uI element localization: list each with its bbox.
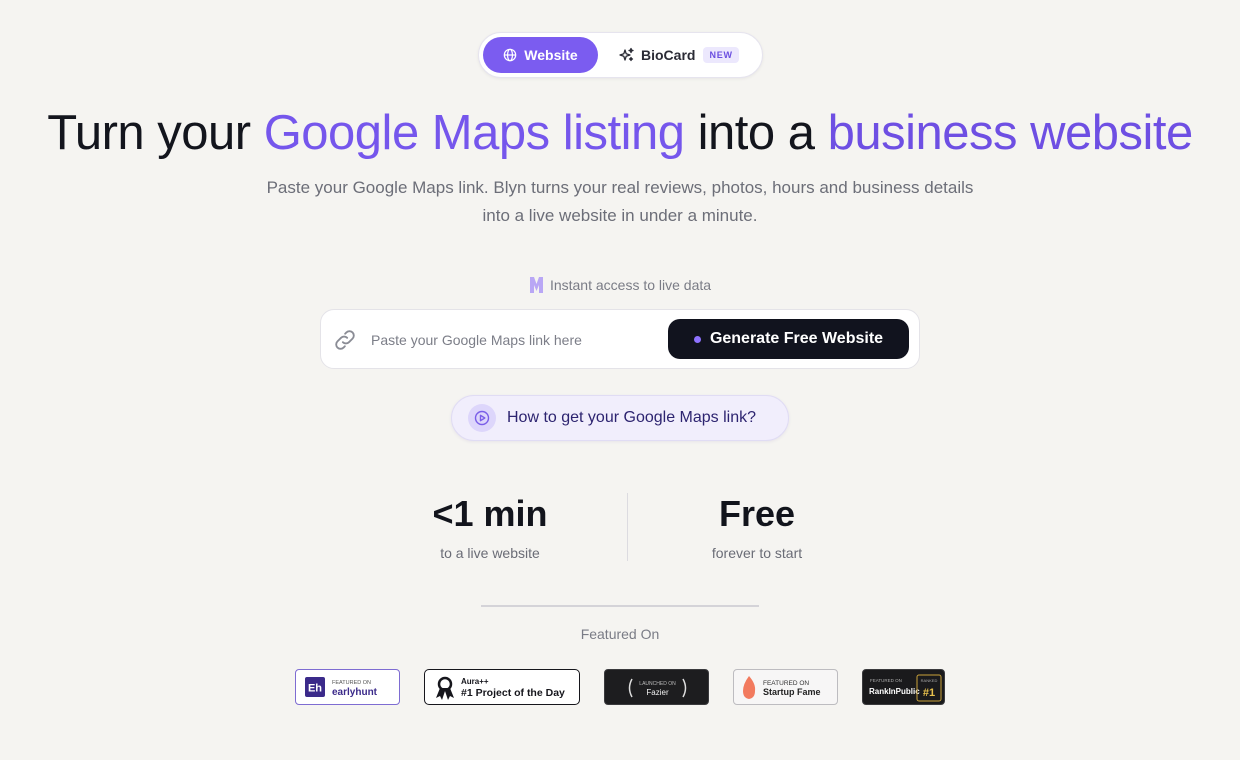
svg-text:Fazier: Fazier: [646, 688, 669, 697]
aura-logo: Aura++ #1 Project of the Day: [436, 676, 565, 700]
svg-text:earlyhunt: earlyhunt: [332, 687, 378, 698]
aura-badge[interactable]: Aura++ #1 Project of the Day: [424, 669, 580, 705]
globe-icon: [503, 48, 517, 62]
svg-text:FEATURED ON: FEATURED ON: [870, 678, 902, 683]
tab-biocard[interactable]: BioCard NEW: [619, 37, 739, 73]
startup-fame-logo: FEATURED ON Startup Fame: [743, 676, 821, 699]
instant-access-text: Instant access to live data: [549, 277, 712, 293]
svg-text:#1 Project of the Day: #1 Project of the Day: [461, 687, 565, 699]
svg-text:#1: #1: [923, 687, 935, 699]
headline-accent-2: business website: [827, 106, 1194, 160]
fazier-logo: LAUNCHED ON Fazier: [628, 678, 687, 698]
earlyhunt-badge[interactable]: Eh FEATURED ON earlyhunt: [295, 669, 400, 705]
svg-text:RankInPublic: RankInPublic: [869, 687, 920, 696]
generate-button-label: Generate Free Website: [709, 330, 884, 347]
play-icon: [468, 404, 496, 432]
stats-divider: [627, 493, 628, 561]
link-icon: [335, 330, 355, 350]
sparkles-icon: [619, 47, 634, 62]
rankinpublic-logo: FEATURED ON RankInPublic RANKED #1: [869, 674, 942, 702]
instant-access-note: Instant access to live data: [0, 275, 1240, 295]
tab-biocard-label: BioCard: [641, 47, 696, 63]
stat-price-label: forever to start: [711, 545, 803, 561]
status-dot-icon: [693, 335, 701, 343]
new-badge: NEW: [703, 47, 739, 63]
svg-text:Aura++: Aura++: [461, 677, 489, 686]
maps-link-input[interactable]: [371, 324, 661, 356]
subtitle-line-1: Paste your Google Maps link. Blyn turns …: [266, 178, 974, 197]
how-to-get-link-button[interactable]: How to get your Google Maps link?: [451, 395, 789, 441]
rankinpublic-badge[interactable]: FEATURED ON RankInPublic RANKED #1: [862, 669, 945, 705]
stat-price-value: Free: [718, 493, 796, 534]
svg-text:Eh: Eh: [308, 683, 322, 695]
svg-text:Startup Fame: Startup Fame: [763, 687, 821, 697]
stat-price: Free forever to start: [667, 492, 847, 561]
svg-text:FEATURED ON: FEATURED ON: [763, 680, 809, 687]
svg-text:RANKED: RANKED: [921, 678, 938, 683]
blyn-logo-icon: [529, 277, 543, 293]
headline-accent-1: Google Maps listing: [263, 106, 685, 160]
startup-fame-badge[interactable]: FEATURED ON Startup Fame: [733, 669, 838, 705]
earlyhunt-logo: Eh FEATURED ON earlyhunt: [305, 677, 378, 698]
maps-link-form: Generate Free Website: [320, 309, 920, 369]
headline-part-1: Turn your: [47, 106, 264, 160]
subtitle-line-2: into a live website in under a minute.: [482, 206, 758, 225]
tab-website[interactable]: Website: [483, 37, 598, 73]
how-to-label: How to get your Google Maps link?: [507, 409, 757, 426]
stat-speed-label: to a live website: [440, 545, 540, 561]
section-divider: [481, 605, 759, 607]
tab-website-label: Website: [524, 47, 578, 63]
stat-speed: <1 min to a live website: [400, 492, 580, 561]
headline-part-2: into a: [684, 106, 828, 160]
page-title: Turn your Google Maps listing into a bus…: [0, 104, 1240, 162]
svg-text:FEATURED ON: FEATURED ON: [332, 680, 371, 686]
generate-website-button[interactable]: Generate Free Website: [668, 319, 909, 359]
svg-text:LAUNCHED ON: LAUNCHED ON: [639, 681, 676, 687]
hero-subtitle: Paste your Google Maps link. Blyn turns …: [220, 174, 1020, 230]
stat-speed-value: <1 min: [432, 493, 548, 534]
fazier-badge[interactable]: LAUNCHED ON Fazier: [604, 669, 709, 705]
featured-on-title: Featured On: [580, 626, 660, 642]
mode-tabs: Website BioCard NEW: [478, 32, 763, 78]
